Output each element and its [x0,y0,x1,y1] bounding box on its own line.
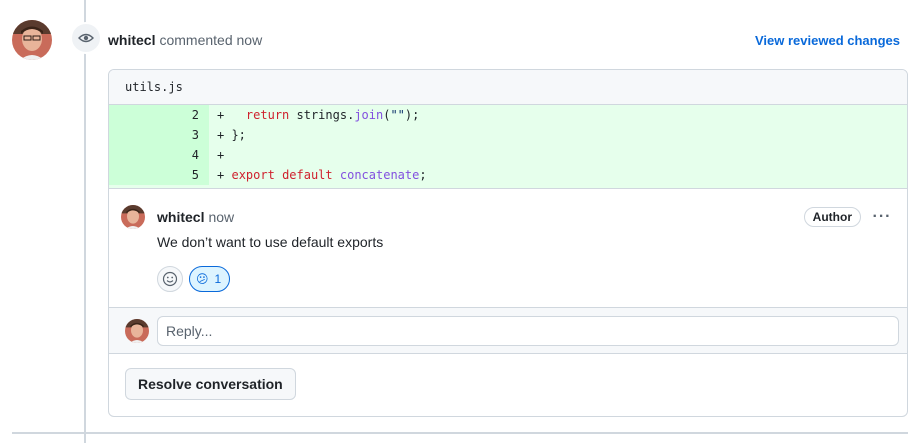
code-token: export [231,168,275,182]
diff-line-code: + return strings.join(""); [209,105,907,125]
review-event-header: whitecl commented now View reviewed chan… [108,30,900,50]
reactions-bar: 😕 1 [157,266,231,292]
comment-avatar[interactable] [121,205,145,229]
code-token: ; [419,168,427,182]
comment-body: We don’t want to use default exports [157,234,384,250]
diff-line: 5 + export default concatenate; [109,165,907,185]
file-name[interactable]: utils.js [125,80,183,94]
diff-line-code: + [209,145,907,165]
code-token: strings. [289,108,355,122]
timeline-divider [12,432,908,434]
code-token: concatenate [339,168,420,182]
review-thread: utils.js 2 + return strings.join(""); 3 + }… [108,69,908,417]
reaction-confused[interactable]: 😕 1 [189,266,231,292]
view-reviewed-changes-link[interactable]: View reviewed changes [755,33,900,48]
code-token: return [245,108,290,122]
timeline-line [84,0,86,443]
comment-time[interactable]: now [208,209,234,225]
smiley-icon [162,271,178,287]
code-token: default [282,168,333,182]
diff-line: 4 + [109,145,907,165]
diff-line-number[interactable]: 4 [109,145,209,165]
code-token: }; [224,128,246,142]
add-reaction-button[interactable] [157,266,183,292]
event-author[interactable]: whitecl [108,32,155,48]
diff-line: 2 + return strings.join(""); [109,105,907,125]
diff-line-code: + export default concatenate; [209,165,907,185]
reply-row [109,308,907,354]
reply-input[interactable] [157,316,899,346]
file-header: utils.js [109,70,907,105]
event-action: commented now [159,32,263,48]
diff-line: 3 + }; [109,125,907,145]
reaction-count: 1 [214,272,222,286]
diff-line-number[interactable]: 3 [109,125,209,145]
diff-hunk: 2 + return strings.join(""); 3 + }; 4 +5 + exp… [109,105,907,185]
comment-author[interactable]: whitecl [157,209,204,225]
confused-emoji-icon: 😕 [196,272,209,286]
kebab-horizontal-icon[interactable]: ··· [871,207,893,227]
diff-line-number[interactable]: 5 [109,165,209,185]
code-token: "" [390,108,405,122]
avatar[interactable] [12,20,52,60]
author-badge: Author [803,207,861,227]
code-token: join [354,108,384,122]
eye-icon [70,22,102,54]
diff-add-marker: + [217,148,225,162]
diff-line-number[interactable]: 2 [109,105,209,125]
comment-header: whitecl now Author ··· [157,207,893,227]
review-comment: whitecl now Author ··· We don’t want to … [109,189,907,308]
resolve-conversation-button[interactable]: Resolve conversation [125,368,296,400]
reply-avatar [125,319,149,343]
diff-line-code: + }; [209,125,907,145]
code-token: ); [404,108,420,122]
